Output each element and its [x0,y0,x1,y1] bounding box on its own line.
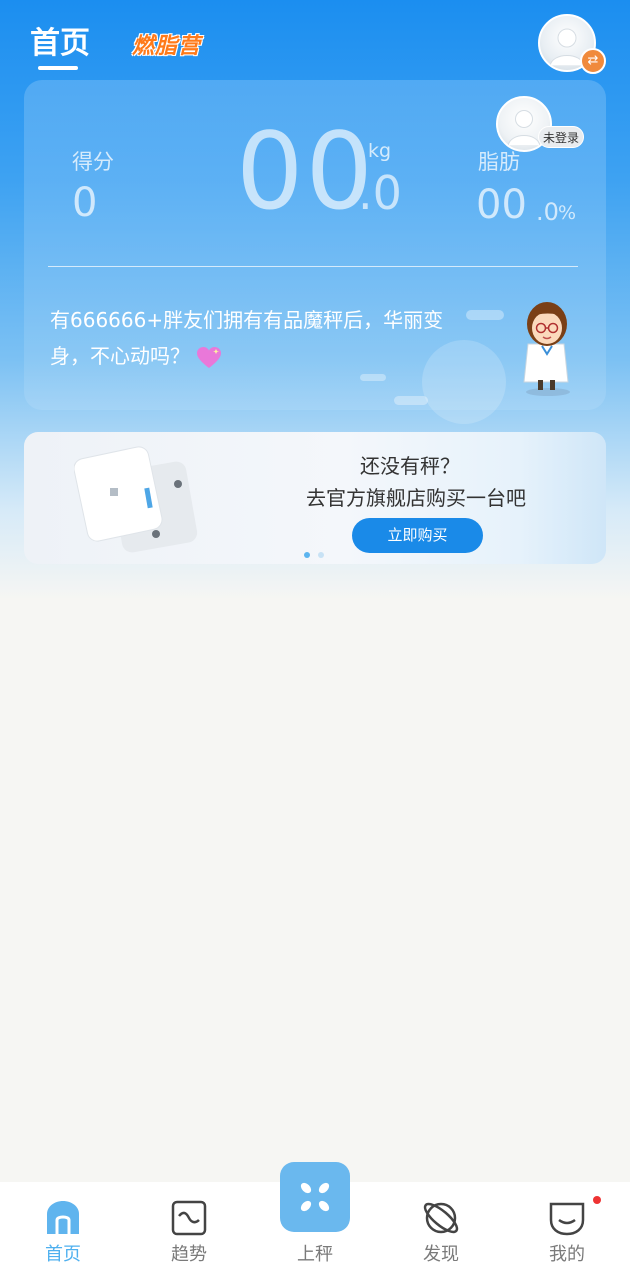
weight-stats-card: 得分 0 00 kg .0 脂肪 00 .0 % 未登录 有666666+胖友们… [24,80,606,424]
tab-home[interactable]: 首页 [30,18,90,62]
promo-message: 有666666+胖友们拥有有品魔秤后，华丽变身，不心动吗？ [50,308,444,368]
tab-fat-burning-camp[interactable]: 燃脂营 [132,28,201,60]
fat-integer: 00 [476,182,527,228]
nav-profile-label: 我的 [549,1244,585,1265]
fat-unit: % [558,202,577,224]
fat-decimal: .0 [536,198,559,226]
planet-icon [423,1202,459,1234]
score-value: 0 [72,180,98,226]
purchase-banner[interactable]: 还没有秤？ 去官方旗舰店购买一台吧 立即购买 [24,432,606,564]
smart-scale-image [74,446,198,553]
weight-unit: kg [368,140,392,162]
buy-now-button[interactable]: 立即购买 [352,518,483,553]
profile-icon [549,1202,585,1236]
divider [48,266,578,267]
login-status-badge[interactable]: 未登录 [538,126,585,148]
cloud-decoration [394,396,428,405]
default-user-icon [507,110,541,146]
doctor-mascot-icon [523,302,570,396]
heart-icon [197,346,222,368]
carousel-dot[interactable] [318,552,324,558]
trend-icon [171,1200,207,1236]
switch-account-icon[interactable]: ⇄ [580,48,606,74]
nav-discover-label: 发现 [423,1244,459,1265]
banner-subtitle: 去官方旗舰店购买一台吧 [306,486,526,510]
scale-icon [300,1182,330,1212]
nav-weigh-label: 上秤 [297,1244,333,1265]
hill-decoration [422,340,506,424]
top-navigation: 首页 燃脂营 ⇄ [0,0,630,80]
home-icon [47,1201,79,1234]
weight-decimal: .0 [358,166,402,220]
nav-home-label: 首页 [45,1244,81,1265]
nav-trend-label: 趋势 [171,1244,207,1265]
nav-home[interactable]: 首页 [0,1182,126,1280]
nav-trend[interactable]: 趋势 [126,1182,252,1280]
weigh-button[interactable] [280,1162,350,1232]
promo-text: 有666666+胖友们拥有有品魔秤后，华丽变身，不心动吗？ [50,302,480,374]
app-root: 首页 燃脂营 ⇄ 得分 0 00 kg .0 脂肪 00 .0 % 未登录 有6… [0,0,630,1280]
banner-title: 还没有秤？ [360,454,460,478]
nav-profile[interactable]: 我的 [504,1182,630,1280]
cloud-decoration [360,374,386,381]
weight-integer: 00 [236,110,375,233]
carousel-dot-active[interactable] [304,552,310,558]
notification-dot [593,1196,601,1204]
score-label: 得分 [72,150,114,174]
fat-label: 脂肪 [478,150,520,174]
nav-discover[interactable]: 发现 [378,1182,504,1280]
cloud-decoration [466,310,504,320]
active-tab-indicator [38,66,78,70]
